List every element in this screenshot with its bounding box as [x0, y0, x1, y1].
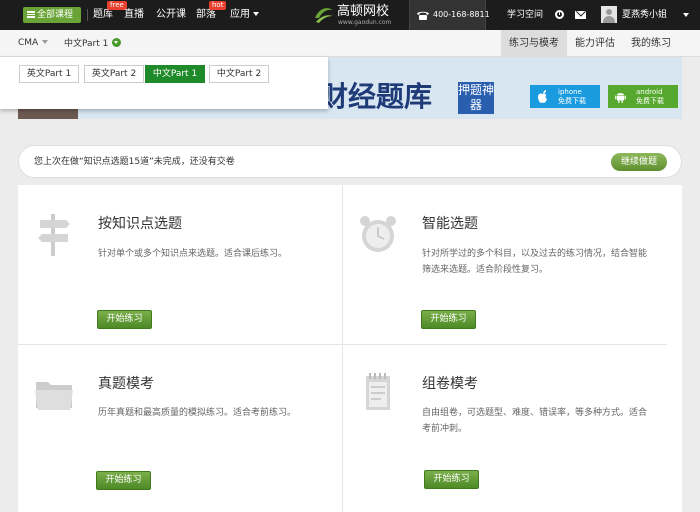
android-download-button[interactable]: android 免费下载 [608, 85, 678, 108]
part-selector[interactable]: 中文Part 1 [64, 38, 122, 50]
hot-badge: hot [209, 1, 227, 10]
start-practice-button[interactable]: 开始练习 [421, 310, 476, 329]
start-practice-button[interactable]: 开始练习 [424, 470, 479, 489]
all-courses-button[interactable]: 全部课程 [23, 7, 81, 23]
logo-name: 高顿网校 [337, 4, 390, 19]
top-navbar: 全部课程 题库 free 直播 公开课 部落 hot 应用 高顿网校 www.g… [0, 0, 700, 30]
chevron-down-icon [42, 40, 49, 44]
banner-photo [18, 109, 78, 119]
logo[interactable]: 高顿网校 www.gaodun.com [313, 4, 393, 26]
hotline-number: 400-168-8811 [433, 10, 490, 19]
sub-navbar: CMA 中文Part 1 练习与模考 能力评估 我的练习 [0, 30, 700, 57]
notice-text: 您上次在做“知识点选题15道”未完成，还没有交卷 [34, 157, 235, 167]
phone-icon [417, 11, 429, 20]
part-label: 中文Part 1 [64, 39, 109, 49]
practice-modes: 按知识点选题 针对单个或多个知识点来选题。适合课后练习。 开始练习 智能选题 针… [18, 185, 682, 512]
divider [343, 344, 667, 345]
alarm-clock-icon [360, 216, 396, 252]
option-chinese-part-1[interactable]: 中文Part 1 [145, 65, 205, 83]
folder-icon [35, 382, 73, 410]
apple-icon [538, 90, 547, 103]
card-title: 智能选题 [422, 216, 478, 232]
start-practice-button[interactable]: 开始练习 [96, 471, 151, 490]
start-practice-button[interactable]: 开始练习 [97, 310, 152, 329]
avatar[interactable] [601, 6, 617, 23]
logo-icon [315, 8, 333, 23]
divider [18, 344, 342, 345]
tab-ability-assessment[interactable]: 能力评估 [570, 30, 620, 57]
android-sub: 免费下载 [636, 97, 664, 105]
exam-label: CMA [18, 38, 39, 48]
chevron-down-icon [253, 12, 259, 16]
iphone-download-button[interactable]: iphone 免费下载 [530, 85, 600, 108]
card-description: 自由组卷，可选题型、难度、错误率，等多种方式。适合考前冲刺。 [422, 408, 648, 434]
logo-url: www.gaodun.com [338, 19, 392, 26]
nav-label: 应用 [230, 9, 250, 20]
android-label: android [636, 88, 663, 96]
hotline: 400-168-8811 [409, 0, 490, 30]
username[interactable]: 夏燕秀小姐 [622, 9, 667, 21]
all-courses-label: 全部课程 [37, 10, 74, 20]
card-description: 针对单个或多个知识点来选题。适合课后练习。 [98, 249, 288, 259]
exam-selector[interactable]: CMA [18, 38, 49, 49]
menu-icon [27, 11, 35, 18]
card-description: 针对所学过的多个科目，以及过去的练习情况，结合智能筛选来选题。适合阶段性复习。 [422, 249, 648, 275]
tab-my-practice[interactable]: 我的练习 [626, 30, 676, 57]
card-title: 真题模考 [98, 376, 154, 392]
continue-button[interactable]: 继续做题 [611, 153, 667, 171]
nav-label: 题库 [93, 9, 113, 20]
notepad-icon [366, 373, 390, 410]
tab-practice-exam[interactable]: 练习与模考 [501, 30, 567, 57]
mail-icon[interactable] [575, 11, 586, 19]
card-title: 按知识点选题 [98, 216, 182, 232]
nav-item-tribe[interactable]: 部落 [196, 9, 216, 21]
iphone-label: iphone [558, 88, 582, 96]
chevron-down-icon [112, 38, 122, 47]
nav-label: 部落 [196, 9, 216, 20]
banner-slogan: 押题神器 [458, 82, 495, 114]
signpost-icon [38, 214, 70, 256]
android-icon [615, 93, 626, 103]
chevron-down-icon[interactable] [683, 13, 689, 17]
nav-item-apps[interactable]: 应用 [230, 9, 259, 21]
nav-item-live[interactable]: 直播 [124, 9, 144, 21]
option-english-part-2[interactable]: 英文Part 2 [84, 65, 144, 83]
study-space-link[interactable]: 学习空间 [507, 9, 543, 21]
option-english-part-1[interactable]: 英文Part 1 [19, 65, 79, 83]
nav-divider [87, 9, 88, 21]
clock-icon[interactable] [555, 10, 564, 19]
nav-item-question-bank[interactable]: 题库 [93, 9, 113, 21]
iphone-sub: 免费下载 [558, 97, 586, 105]
nav-item-open-class[interactable]: 公开课 [156, 9, 186, 21]
option-chinese-part-2[interactable]: 中文Part 2 [209, 65, 269, 83]
part-dropdown: 英文Part 1 英文Part 2 中文Part 1 中文Part 2 [0, 57, 328, 109]
card-title: 组卷模考 [422, 376, 478, 392]
banner-title: 财经题库 [320, 80, 433, 113]
resume-notice: 您上次在做“知识点选题15道”未完成，还没有交卷 继续做题 [18, 145, 682, 178]
divider [342, 185, 343, 512]
card-description: 历年真题和最高质量的模拟练习。适合考前练习。 [98, 408, 297, 418]
nav-label: 公开课 [156, 9, 186, 20]
nav-label: 直播 [124, 9, 144, 20]
